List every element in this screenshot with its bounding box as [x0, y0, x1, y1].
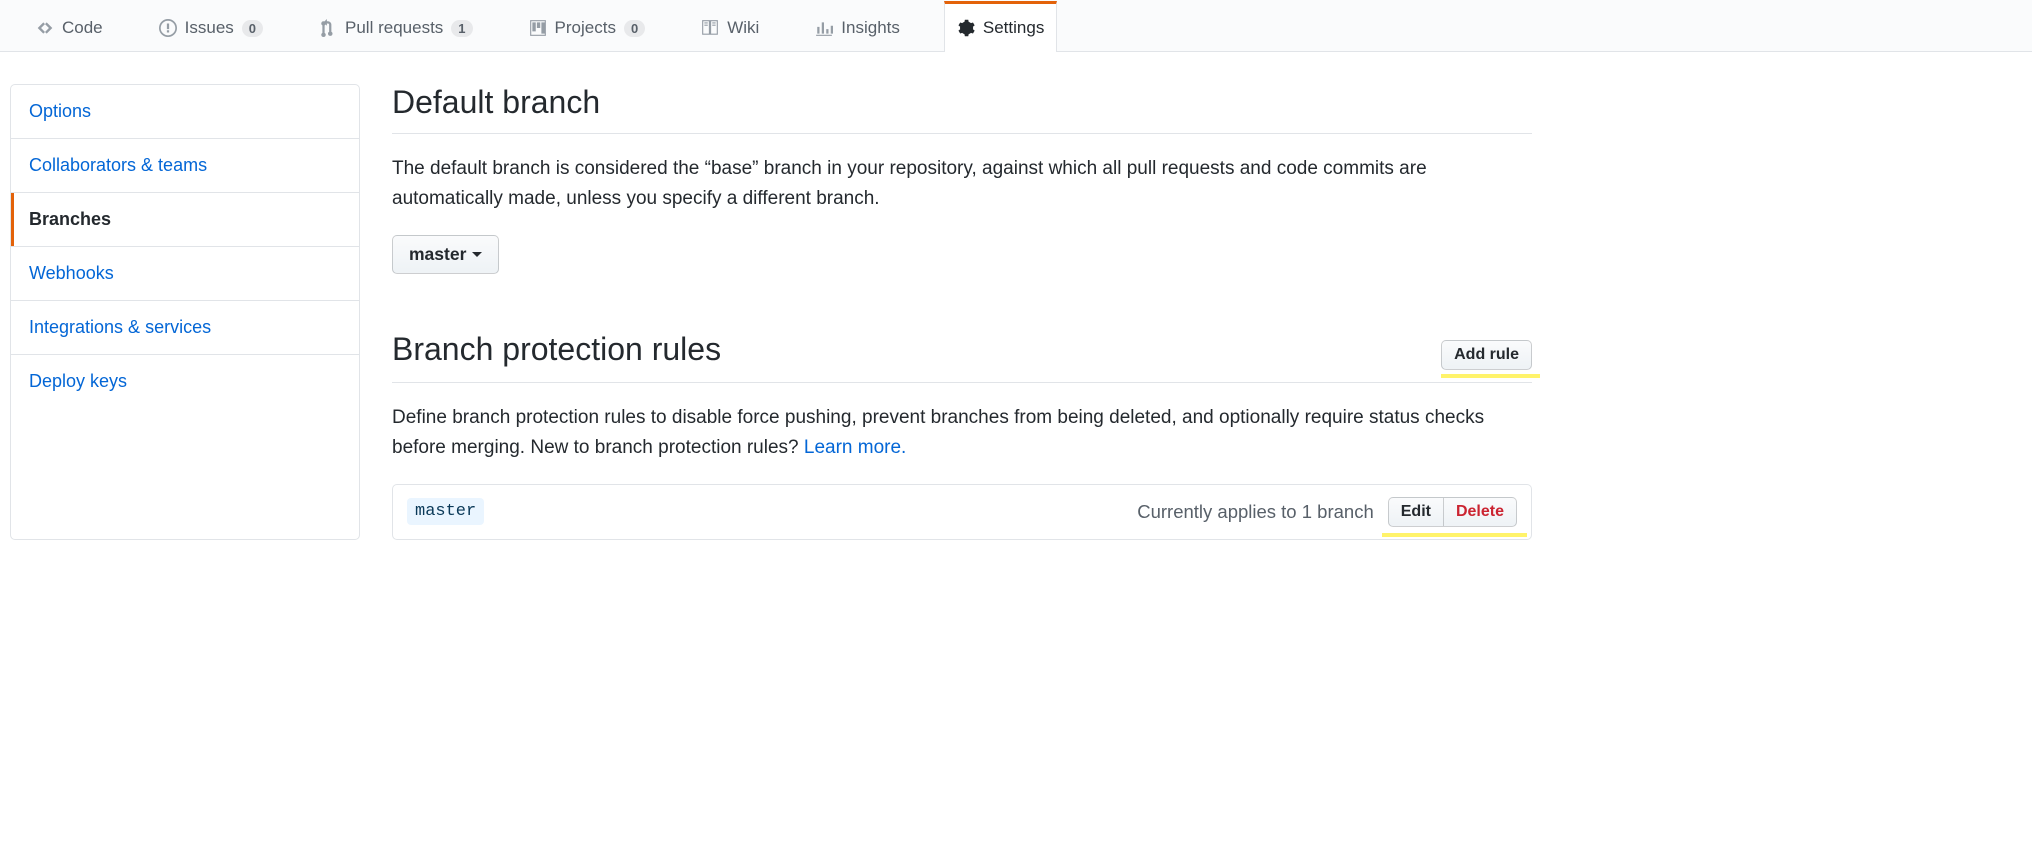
- rule-branch-tag: master: [407, 498, 484, 525]
- sidemenu-collaborators[interactable]: Collaborators & teams: [11, 139, 359, 193]
- caret-down-icon: [472, 252, 482, 257]
- sidemenu-integrations[interactable]: Integrations & services: [11, 301, 359, 355]
- tab-label: Code: [62, 18, 103, 38]
- tab-count: 0: [624, 20, 645, 37]
- settings-sidemenu: Options Collaborators & teams Branches W…: [10, 84, 360, 540]
- tab-settings[interactable]: Settings: [944, 1, 1057, 52]
- tab-label: Settings: [983, 18, 1044, 38]
- sidemenu-webhooks[interactable]: Webhooks: [11, 247, 359, 301]
- tab-label: Wiki: [727, 18, 759, 38]
- add-rule-button[interactable]: Add rule: [1441, 340, 1532, 370]
- tab-insights[interactable]: Insights: [803, 1, 912, 52]
- tab-label: Pull requests: [345, 18, 443, 38]
- pr-icon: [319, 19, 337, 37]
- rule-action-group: Edit Delete: [1388, 497, 1517, 527]
- branch-protection-desc-text: Define branch protection rules to disabl…: [392, 407, 1484, 458]
- learn-more-link[interactable]: Learn more.: [804, 437, 906, 458]
- tab-code[interactable]: Code: [24, 1, 115, 52]
- edit-rule-button[interactable]: Edit: [1388, 497, 1444, 527]
- branch-protection-title: Branch protection rules Add rule: [392, 330, 1532, 383]
- gear-icon: [957, 19, 975, 37]
- tab-count: 1: [451, 20, 472, 37]
- delete-rule-button[interactable]: Delete: [1444, 497, 1517, 527]
- sidemenu-branches[interactable]: Branches: [11, 193, 359, 247]
- repo-tabnav: Code Issues 0 Pull requests 1 Projects 0…: [0, 0, 2032, 52]
- code-icon: [36, 19, 54, 37]
- issue-icon: [159, 19, 177, 37]
- settings-main: Default branch The default branch is con…: [392, 84, 1532, 540]
- project-icon: [529, 19, 547, 37]
- default-branch-dropdown[interactable]: master: [392, 235, 499, 274]
- tab-issues[interactable]: Issues 0: [147, 1, 275, 52]
- sidemenu-options[interactable]: Options: [11, 85, 359, 139]
- tab-label: Projects: [555, 18, 616, 38]
- branch-protection-title-text: Branch protection rules: [392, 331, 721, 368]
- protection-rule-row: master Currently applies to 1 branch Edi…: [392, 484, 1532, 540]
- default-branch-title: Default branch: [392, 84, 1532, 134]
- default-branch-desc: The default branch is considered the “ba…: [392, 154, 1532, 215]
- default-branch-selected: master: [409, 244, 466, 265]
- tab-label: Insights: [841, 18, 900, 38]
- rule-applies-text: Currently applies to 1 branch: [1137, 501, 1374, 523]
- tab-pull-requests[interactable]: Pull requests 1: [307, 1, 485, 52]
- branch-protection-desc: Define branch protection rules to disabl…: [392, 403, 1532, 464]
- graph-icon: [815, 19, 833, 37]
- tab-wiki[interactable]: Wiki: [689, 1, 771, 52]
- book-icon: [701, 19, 719, 37]
- tab-count: 0: [242, 20, 263, 37]
- tab-projects[interactable]: Projects 0: [517, 1, 658, 52]
- tab-label: Issues: [185, 18, 234, 38]
- sidemenu-deploy-keys[interactable]: Deploy keys: [11, 355, 359, 408]
